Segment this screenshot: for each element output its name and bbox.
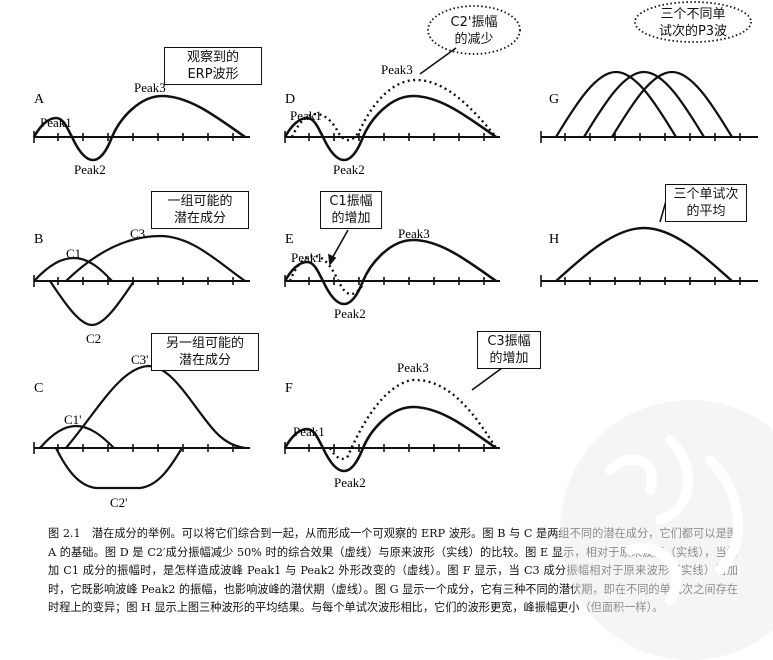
trial-g-2 — [583, 70, 705, 138]
panel-letter-d: D — [285, 92, 295, 107]
callout-a-line2: ERP波形 — [187, 67, 239, 82]
label-a-peak2: Peak2 — [74, 162, 106, 177]
label-f-peak1: Peak1 — [293, 424, 325, 439]
callout-e-line1: C1振幅 — [329, 194, 373, 209]
label-e-peak1: Peak1 — [291, 250, 323, 265]
label-f-peak2: Peak2 — [334, 475, 366, 490]
callout-h-line1: 三个单试次 — [673, 187, 739, 202]
callout-component-set-1: 一组可能的 潜在成分 — [151, 191, 249, 229]
component-b-c2 — [49, 280, 135, 327]
label-e-peak3: Peak3 — [398, 226, 430, 241]
callout-d-line2: 的减少 — [454, 32, 494, 47]
callout-c2-decrease: C2'振幅 的减少 — [436, 14, 512, 48]
component-c-c1prime — [39, 424, 115, 449]
callout-c1-increase: C1振幅 的增加 — [320, 191, 382, 229]
panel-g: G — [540, 70, 758, 143]
panel-letter-h: H — [549, 232, 559, 247]
callout-c-line2: 潜在成分 — [178, 353, 231, 368]
panel-letter-c: C — [34, 381, 43, 396]
label-e-peak2: Peak2 — [334, 306, 366, 321]
label-b-c2: C2 — [86, 331, 101, 346]
panel-b: B C1 C2 C3 — [33, 226, 250, 346]
panel-f: F Peak1 Peak2 Peak3 — [283, 360, 500, 490]
label-b-c1: C1 — [66, 246, 81, 261]
callout-component-set-2: 另一组可能的 潜在成分 — [151, 333, 259, 371]
panel-letter-a: A — [34, 92, 45, 107]
waveform-d-original — [283, 94, 497, 162]
label-a-peak3: Peak3 — [134, 80, 166, 95]
figure-caption: 图 2.1 潜在成分的举例。可以将它们综合到一起，从而形成一个可观察的 ERP … — [48, 527, 738, 615]
callout-average: 三个单试次 的平均 — [665, 184, 747, 222]
callout-e-line2: 的增加 — [331, 211, 371, 226]
callout-a-line1: 观察到的 — [186, 50, 239, 65]
callout-c-line1: 另一组可能的 — [165, 336, 244, 351]
label-a-peak1: Peak1 — [40, 115, 72, 130]
component-b-c3 — [65, 234, 246, 282]
panel-h: H — [540, 226, 758, 287]
callout-g-line2: 试次的P3波 — [658, 24, 728, 39]
panel-a: A Peak1 Peak2 Peak3 — [32, 80, 250, 177]
trial-g-1 — [555, 70, 677, 138]
label-b-c3: C3 — [130, 226, 145, 241]
callout-f-line2: 的增加 — [489, 351, 529, 366]
pointer-d — [419, 47, 457, 75]
callout-b-line1: 一组可能的 — [167, 194, 233, 209]
label-c-c1prime: C1' — [64, 412, 82, 427]
panel-letter-g: G — [549, 92, 559, 107]
pointer-e-head — [328, 253, 337, 266]
panel-letter-e: E — [285, 232, 294, 247]
label-d-peak2: Peak2 — [333, 162, 365, 177]
panel-letter-f: F — [285, 381, 293, 396]
panel-d: D Peak1 Peak2 Peak3 — [283, 62, 500, 177]
callout-d-line1: C2'振幅 — [450, 15, 498, 30]
label-d-peak1: Peak1 — [290, 108, 322, 123]
label-f-peak3: Peak3 — [397, 360, 429, 375]
label-c-c2prime: C2' — [110, 495, 128, 510]
trial-g-3 — [611, 70, 733, 138]
callout-b-line2: 潜在成分 — [173, 211, 226, 226]
component-b-c1 — [33, 256, 113, 282]
callout-h-line2: 的平均 — [686, 204, 726, 219]
waveform-f-dotted — [328, 378, 498, 460]
callout-three-trials: 三个不同单 试次的P3波 — [640, 6, 746, 40]
panel-c: C C1' C2' C3' — [33, 352, 250, 510]
component-c-c2prime — [55, 447, 183, 490]
callout-g-line1: 三个不同单 — [660, 7, 726, 22]
pointer-f — [471, 367, 503, 391]
figure-canvas: A Peak1 Peak2 Peak3 B C1 C2 C3 C C1' C2'… — [32, 1, 758, 510]
waveform-d-dotted — [290, 78, 497, 142]
label-c-c3prime: C3' — [131, 352, 149, 367]
callout-observed-erp: 观察到的 ERP波形 — [164, 47, 262, 85]
label-d-peak3: Peak3 — [381, 62, 413, 77]
component-c-c3prime — [65, 364, 246, 450]
average-h — [555, 226, 733, 282]
waveform-f-original — [283, 405, 497, 473]
callout-c3-increase: C3振幅 的增加 — [477, 331, 541, 369]
panel-e: E Peak1 Peak2 Peak3 — [283, 226, 500, 321]
callout-f-line1: C3振幅 — [487, 334, 531, 349]
panel-letter-b: B — [34, 232, 43, 247]
